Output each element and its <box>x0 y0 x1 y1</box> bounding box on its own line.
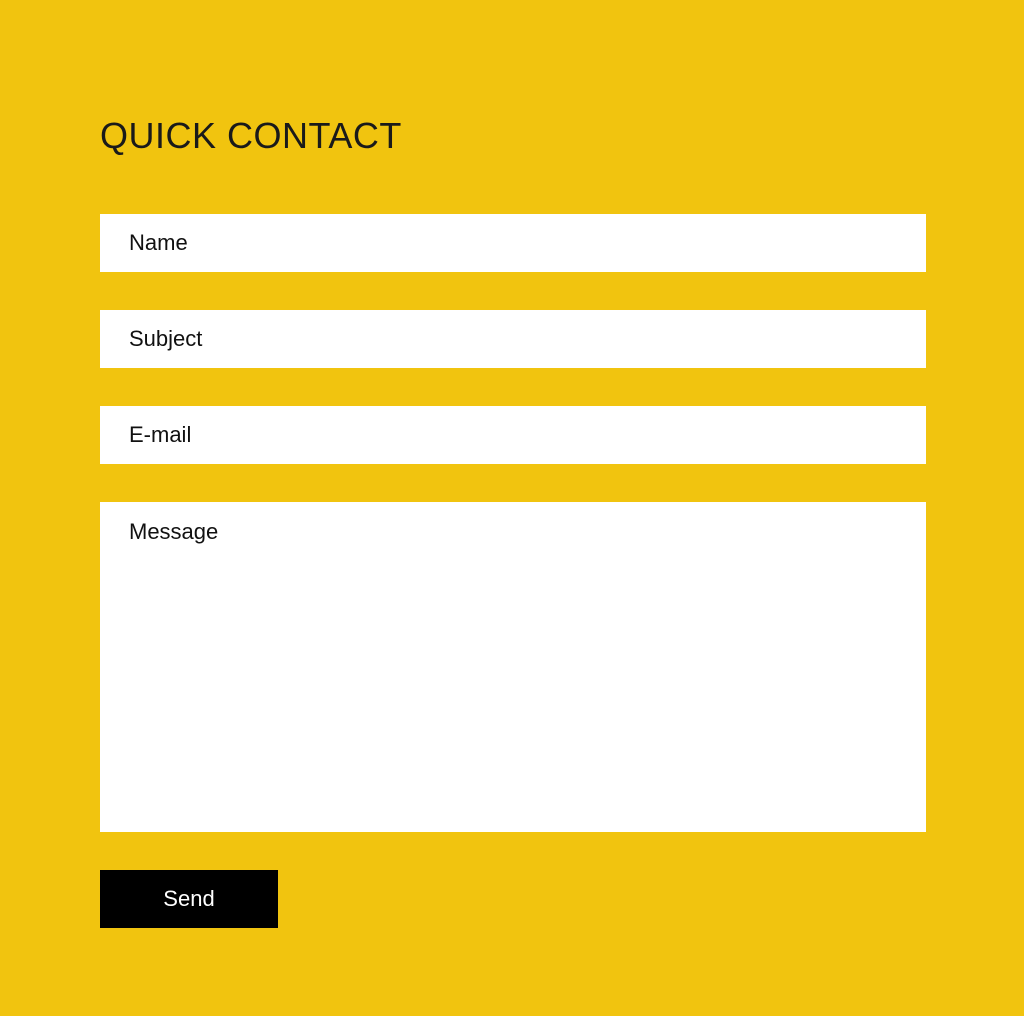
message-textarea[interactable] <box>100 502 926 832</box>
email-input[interactable] <box>100 406 926 464</box>
form-title: QUICK CONTACT <box>100 115 402 156</box>
name-input[interactable] <box>100 214 926 272</box>
subject-input[interactable] <box>100 310 926 368</box>
send-button[interactable]: Send <box>100 870 278 928</box>
quick-contact-page: QUICK CONTACT Send <box>0 0 1024 1016</box>
